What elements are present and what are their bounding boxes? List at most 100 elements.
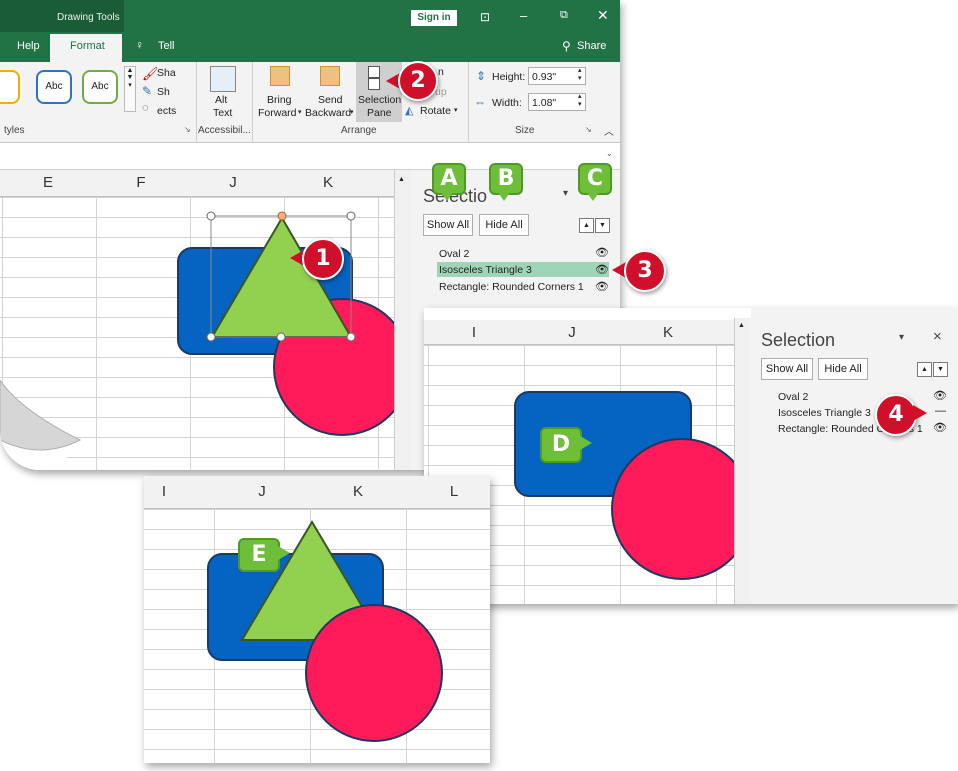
restore-icon[interactable]: ⧉ — [560, 9, 568, 22]
scroll-up-icon[interactable]: ▲ — [398, 176, 405, 183]
ribbon-body: Abc Abc ▲ ▼ ▾ 🖌 Sha ✎ Sh ◌ ects tyles ↘ Al… — [0, 62, 620, 143]
adjust-handle[interactable] — [277, 211, 287, 221]
list-item[interactable]: Oval 2 — [778, 391, 808, 403]
sign-in-button[interactable]: Sign in — [411, 10, 457, 26]
shape-fill-button[interactable]: Sha — [157, 67, 176, 79]
callout-pointer — [278, 546, 290, 560]
eye-icon[interactable]: 👁 — [595, 246, 609, 259]
callout-4: 4 — [875, 394, 917, 436]
column-header[interactable]: J — [524, 324, 620, 341]
hide-all-button[interactable]: Hide All — [818, 358, 868, 380]
height-label: Height: — [492, 71, 526, 83]
list-item[interactable]: Isosceles Triangle 3 — [439, 264, 532, 276]
oval-shape[interactable] — [305, 604, 443, 742]
bring-forward-arrow[interactable]: ▲ — [579, 218, 594, 233]
column-header[interactable]: L — [406, 483, 490, 500]
callout-pointer — [580, 436, 592, 450]
drawing-tools-label-text: Drawing Tools — [57, 12, 120, 23]
ribbon-display-icon[interactable]: ⊡ — [480, 10, 490, 24]
rotate-icon: ◭ — [405, 105, 414, 117]
tab-help[interactable]: Help — [17, 40, 40, 52]
callout-pointer — [440, 191, 454, 201]
minimize-icon[interactable]: – — [520, 8, 527, 23]
list-item[interactable]: Oval 2 — [439, 248, 469, 260]
column-header[interactable]: J — [214, 483, 310, 500]
send-backward-label-1[interactable]: Send — [318, 94, 343, 106]
column-header[interactable]: K — [310, 483, 406, 500]
width-icon: ⇔ — [474, 95, 486, 109]
send-backward-arrow[interactable]: ▼ — [933, 362, 948, 377]
send-backward-arrow[interactable]: ▼ — [595, 218, 610, 233]
bring-forward-arrow[interactable]: ▲ — [917, 362, 932, 377]
shape-effects-button[interactable]: ects — [157, 105, 176, 117]
chevron-down-icon[interactable]: ▾ — [454, 106, 458, 114]
vertical-scrollbar[interactable]: ▲ — [734, 318, 751, 604]
eye-icon[interactable]: 👁 — [595, 263, 609, 276]
tab-format[interactable]: Format — [70, 40, 105, 52]
person-icon: ⚲ — [562, 39, 571, 53]
callout-3: 3 — [624, 250, 666, 292]
alt-text-icon — [210, 66, 236, 92]
callout-2: 2 — [398, 61, 438, 101]
callout-1: 1 — [302, 238, 344, 280]
chevron-down-icon[interactable]: ▾ — [350, 108, 354, 116]
shape-effects-icon: ◌ — [142, 102, 149, 114]
scroll-up-icon[interactable]: ▲ — [738, 322, 745, 329]
alt-text-label-1[interactable]: Alt — [215, 94, 227, 106]
bring-forward-icon — [270, 66, 290, 86]
title-bar: Drawing Tools Drawing Tools Sign in ⊡ – … — [0, 0, 620, 62]
group-divider — [252, 62, 253, 142]
eye-hidden-icon[interactable]: — — [935, 405, 946, 417]
screenshot-panel-reordered: I J K L — [144, 476, 490, 763]
selection-pane-label-2[interactable]: Pane — [367, 107, 392, 119]
callout-pointer — [586, 191, 600, 201]
pane-options-icon[interactable]: ▾ — [899, 332, 904, 343]
shape-style-partial[interactable] — [0, 70, 20, 104]
group-divider — [196, 62, 197, 142]
bring-forward-label-1[interactable]: Bring — [267, 94, 292, 106]
close-icon[interactable]: × — [933, 328, 942, 345]
show-all-button[interactable]: Show All — [761, 358, 813, 380]
expand-formula-icon[interactable]: ⌄ — [606, 149, 613, 158]
hide-all-button[interactable]: Hide All — [479, 214, 529, 236]
column-header[interactable]: I — [144, 483, 184, 500]
align-button[interactable]: n — [438, 66, 444, 78]
eye-icon[interactable]: 👁 — [933, 389, 947, 402]
vertical-scrollbar[interactable]: ▲ — [394, 170, 411, 470]
eye-icon[interactable]: 👁 — [933, 421, 947, 434]
show-all-button[interactable]: Show All — [423, 214, 473, 236]
pane-options-icon[interactable]: ▾ — [563, 188, 568, 199]
alt-text-label-2[interactable]: Text — [213, 107, 232, 119]
selection-pane-label-1[interactable]: Selection — [358, 94, 401, 106]
height-spinner[interactable]: ▴ ▾ — [578, 67, 582, 83]
shapes-canvas-3 — [207, 520, 443, 742]
page-curl-icon — [0, 380, 90, 470]
shape-style-green[interactable]: Abc — [82, 70, 118, 104]
share-button[interactable]: Share — [577, 40, 606, 52]
column-header[interactable]: I — [424, 324, 524, 341]
column-header[interactable]: K — [620, 324, 716, 341]
column-header-row: I J K L — [144, 476, 490, 509]
bring-forward-label-2[interactable]: Forward — [258, 107, 297, 119]
dialog-launcher-icon[interactable]: ↘ — [585, 125, 592, 134]
dialog-launcher-icon[interactable]: ↘ — [184, 125, 191, 134]
width-spinner[interactable]: ▴ ▾ — [578, 93, 582, 109]
styles-scroll[interactable]: ▲ ▼ ▾ — [124, 66, 136, 112]
group-arrange-label: Arrange — [341, 125, 377, 136]
shape-style-blue[interactable]: Abc — [36, 70, 72, 104]
resize-handle[interactable] — [276, 332, 286, 342]
chevron-down-icon[interactable]: ▾ — [298, 108, 302, 116]
collapse-ribbon-icon[interactable]: ︿ — [604, 123, 614, 138]
eye-icon[interactable]: 👁 — [595, 280, 609, 293]
close-icon[interactable]: ✕ — [597, 7, 609, 24]
tab-tell[interactable]: Tell — [158, 40, 175, 52]
selection-pane-icon-2 — [368, 78, 380, 90]
rotate-button[interactable]: Rotate — [420, 105, 451, 117]
list-item[interactable]: Isosceles Triangle 3 — [778, 407, 871, 419]
shape-outline-button[interactable]: Sh — [157, 86, 170, 98]
resize-handle[interactable] — [346, 332, 356, 342]
resize-handle[interactable] — [346, 211, 356, 221]
send-backward-label-2[interactable]: Backward — [305, 107, 351, 119]
list-item[interactable]: Rectangle: Rounded Corners 1 — [439, 281, 584, 293]
group-styles-label: tyles — [4, 125, 25, 136]
